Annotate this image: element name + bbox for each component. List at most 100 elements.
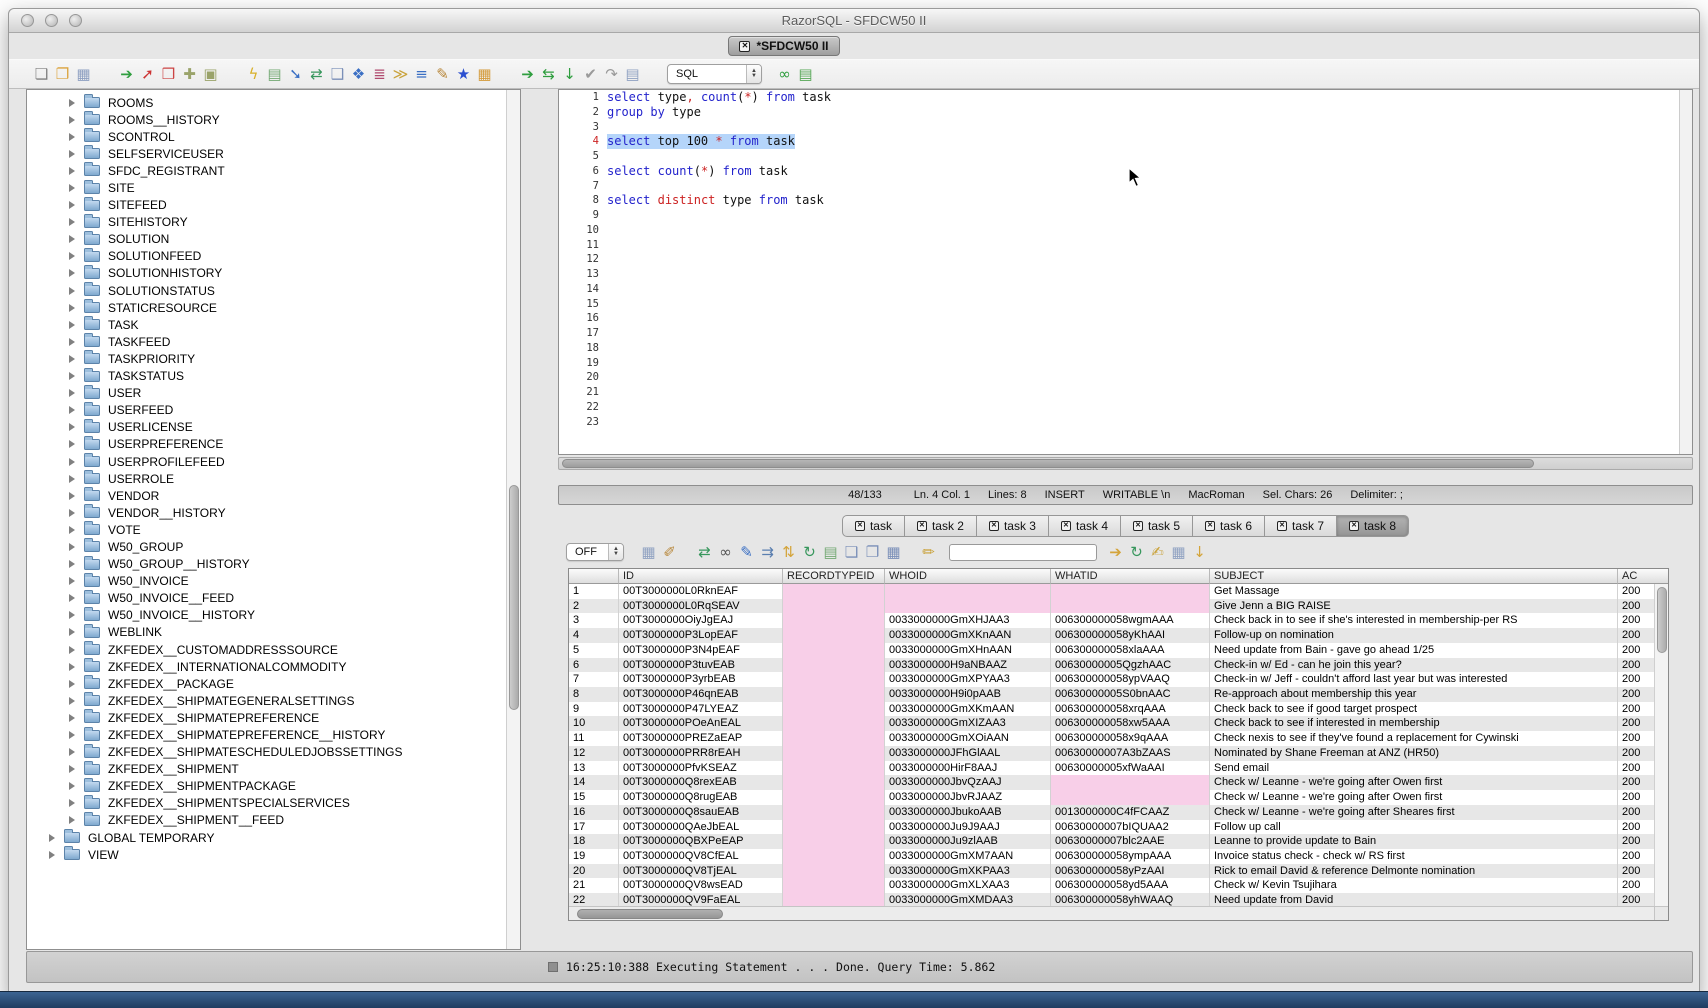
- editor-line[interactable]: 8select distinct type from task: [559, 193, 1692, 208]
- tab-task-4[interactable]: ✕task 4: [1049, 515, 1121, 537]
- disclosure-triangle-icon[interactable]: [69, 440, 75, 448]
- table-cell[interactable]: 00630000007blc2AAE: [1051, 834, 1210, 849]
- table-cell[interactable]: 006300000058xlaAAA: [1051, 643, 1210, 658]
- grid-hscrollbar[interactable]: [569, 906, 1654, 920]
- editor-line[interactable]: 11: [559, 238, 1692, 253]
- disclosure-triangle-icon[interactable]: [69, 406, 75, 414]
- drop-table-icon[interactable]: ▣: [200, 64, 221, 84]
- table-row[interactable]: 1700T3000000QAeJbEAL0033000000Ju9J9AAJ00…: [569, 820, 1654, 835]
- column-header-subject[interactable]: SUBJECT: [1210, 569, 1618, 584]
- table-cell[interactable]: 00T3000000QV8TjEAL: [619, 864, 783, 879]
- table-cell[interactable]: Check back to see if good target prospec…: [1210, 702, 1618, 717]
- table-cell[interactable]: 3: [569, 613, 619, 628]
- disclosure-triangle-icon[interactable]: [69, 338, 75, 346]
- table-cell[interactable]: [783, 731, 885, 746]
- tab-task[interactable]: ✕task: [842, 515, 905, 537]
- tree-item[interactable]: SITE: [27, 179, 506, 196]
- editor-line[interactable]: 9: [559, 208, 1692, 223]
- tree-item[interactable]: W50_GROUP__HISTORY: [27, 556, 506, 573]
- disclosure-triangle-icon[interactable]: [69, 492, 75, 500]
- create-table-icon[interactable]: ✚: [179, 64, 200, 84]
- table-cell[interactable]: Follow up call: [1210, 820, 1618, 835]
- table-row[interactable]: 600T3000000P3tuvEAB0033000000H9aNBAAZ006…: [569, 658, 1654, 673]
- tree-item[interactable]: VENDOR: [27, 487, 506, 504]
- editor-line[interactable]: 6select count(*) from task: [559, 164, 1692, 179]
- table-cell[interactable]: [885, 599, 1051, 614]
- tree-item[interactable]: ZKFEDEX__CUSTOMADDRESSSOURCE: [27, 641, 506, 658]
- autocommit-select[interactable]: OFF ▲▼: [566, 543, 624, 561]
- editor-hscrollbar[interactable]: [558, 457, 1693, 470]
- tree-item[interactable]: W50_GROUP: [27, 538, 506, 555]
- execute-icon[interactable]: ➔: [517, 64, 538, 84]
- table-cell[interactable]: Nominated by Shane Freeman at ANZ (HR50): [1210, 746, 1618, 761]
- disclosure-triangle-icon[interactable]: [69, 611, 75, 619]
- tree-item[interactable]: TASK: [27, 316, 506, 333]
- disclosure-triangle-icon[interactable]: [69, 116, 75, 124]
- table-cell[interactable]: [783, 820, 885, 835]
- table-cell[interactable]: 00T3000000OiyJgEAJ: [619, 613, 783, 628]
- table-cell[interactable]: 11: [569, 731, 619, 746]
- table-cell[interactable]: Check-in w/ Jeff - couldn't afford last …: [1210, 672, 1618, 687]
- tree-item[interactable]: VIEW: [27, 846, 506, 863]
- filter-results-icon[interactable]: ✐: [659, 542, 680, 562]
- table-row[interactable]: 100T3000000L0RknEAFGet Massage200: [569, 584, 1654, 599]
- table-cell[interactable]: 10: [569, 716, 619, 731]
- tree-item[interactable]: GLOBAL TEMPORARY: [27, 829, 506, 846]
- disclosure-triangle-icon[interactable]: [69, 355, 75, 363]
- table-cell[interactable]: [783, 761, 885, 776]
- table-cell[interactable]: 200: [1618, 761, 1654, 776]
- table-cell[interactable]: Check w/ Leanne - we're going after Owen…: [1210, 775, 1618, 790]
- table-cell[interactable]: 19: [569, 849, 619, 864]
- table-cell[interactable]: 0033000000GmXPYAA3: [885, 672, 1051, 687]
- table-cell[interactable]: 17: [569, 820, 619, 835]
- disclosure-triangle-icon[interactable]: [69, 372, 75, 380]
- table-cell[interactable]: 00T3000000QBXPeEAP: [619, 834, 783, 849]
- edit-cell-icon[interactable]: ✎: [736, 542, 757, 562]
- tree-item[interactable]: ZKFEDEX__SHIPMATESCHEDULEDJOBSSETTINGS: [27, 744, 506, 761]
- table-cell[interactable]: 14: [569, 775, 619, 790]
- table-cell[interactable]: 006300000058yKhAAI: [1051, 628, 1210, 643]
- find-next-icon[interactable]: ➔: [1105, 542, 1126, 562]
- tree-item[interactable]: ZKFEDEX__INTERNATIONALCOMMODITY: [27, 658, 506, 675]
- table-cell[interactable]: Check w/ Leanne - we're going after Owen…: [1210, 790, 1618, 805]
- table-cell[interactable]: [1051, 775, 1210, 790]
- table-cell[interactable]: 00T3000000PRR8rEAH: [619, 746, 783, 761]
- form-view-icon[interactable]: ▤: [820, 542, 841, 562]
- tree-item[interactable]: USERPROFILEFEED: [27, 453, 506, 470]
- export-data-icon[interactable]: ➚: [137, 64, 158, 84]
- table-cell[interactable]: 006300000058ypVAAQ: [1051, 672, 1210, 687]
- disclosure-triangle-icon[interactable]: [69, 304, 75, 312]
- column-header-whoid[interactable]: WHOID: [885, 569, 1051, 584]
- export-down-icon[interactable]: ↓: [1189, 542, 1210, 562]
- table-row[interactable]: 2100T3000000QV8wsEAD0033000000GmXLXAA300…: [569, 878, 1654, 893]
- editor-line[interactable]: 17: [559, 326, 1692, 341]
- table-cell[interactable]: 0033000000GmXKmAAN: [885, 702, 1051, 717]
- table-cell[interactable]: [783, 687, 885, 702]
- grid-hscrollbar-thumb[interactable]: [577, 909, 723, 919]
- save-search-icon[interactable]: ▦: [1168, 542, 1189, 562]
- table-cell[interactable]: 200: [1618, 716, 1654, 731]
- tree-item[interactable]: SOLUTIONFEED: [27, 248, 506, 265]
- table-cell[interactable]: Check w/ Kevin Tsujihara: [1210, 878, 1618, 893]
- disclosure-triangle-icon[interactable]: [69, 150, 75, 158]
- grid-scrollbar-thumb[interactable]: [1657, 587, 1667, 653]
- tree-item[interactable]: STATICRESOURCE: [27, 299, 506, 316]
- table-cell[interactable]: 200: [1618, 628, 1654, 643]
- disclosure-triangle-icon[interactable]: [69, 526, 75, 534]
- connection-tab[interactable]: ✕ *SFDCW50 II: [728, 36, 839, 56]
- close-tab-icon[interactable]: ✕: [1349, 521, 1359, 531]
- tree-item[interactable]: W50_INVOICE__HISTORY: [27, 607, 506, 624]
- disclosure-triangle-icon[interactable]: [69, 680, 75, 688]
- column-header-rownum[interactable]: [569, 569, 619, 584]
- disclosure-triangle-icon[interactable]: [69, 748, 75, 756]
- table-row[interactable]: 1000T3000000POeAnEAL0033000000GmXIZAA300…: [569, 716, 1654, 731]
- tree-item[interactable]: W50_INVOICE: [27, 573, 506, 590]
- table-cell[interactable]: [783, 658, 885, 673]
- column-header-ac[interactable]: AC: [1618, 569, 1668, 584]
- tree-item[interactable]: ZKFEDEX__SHIPMATEPREFERENCE: [27, 709, 506, 726]
- statement-lookup-icon[interactable]: ∞: [774, 64, 795, 84]
- disclosure-triangle-icon[interactable]: [69, 816, 75, 824]
- disclosure-triangle-icon[interactable]: [69, 167, 75, 175]
- table-cell[interactable]: 00T3000000P46qnEAB: [619, 687, 783, 702]
- table-cell[interactable]: 0033000000Ju9J9AAJ: [885, 820, 1051, 835]
